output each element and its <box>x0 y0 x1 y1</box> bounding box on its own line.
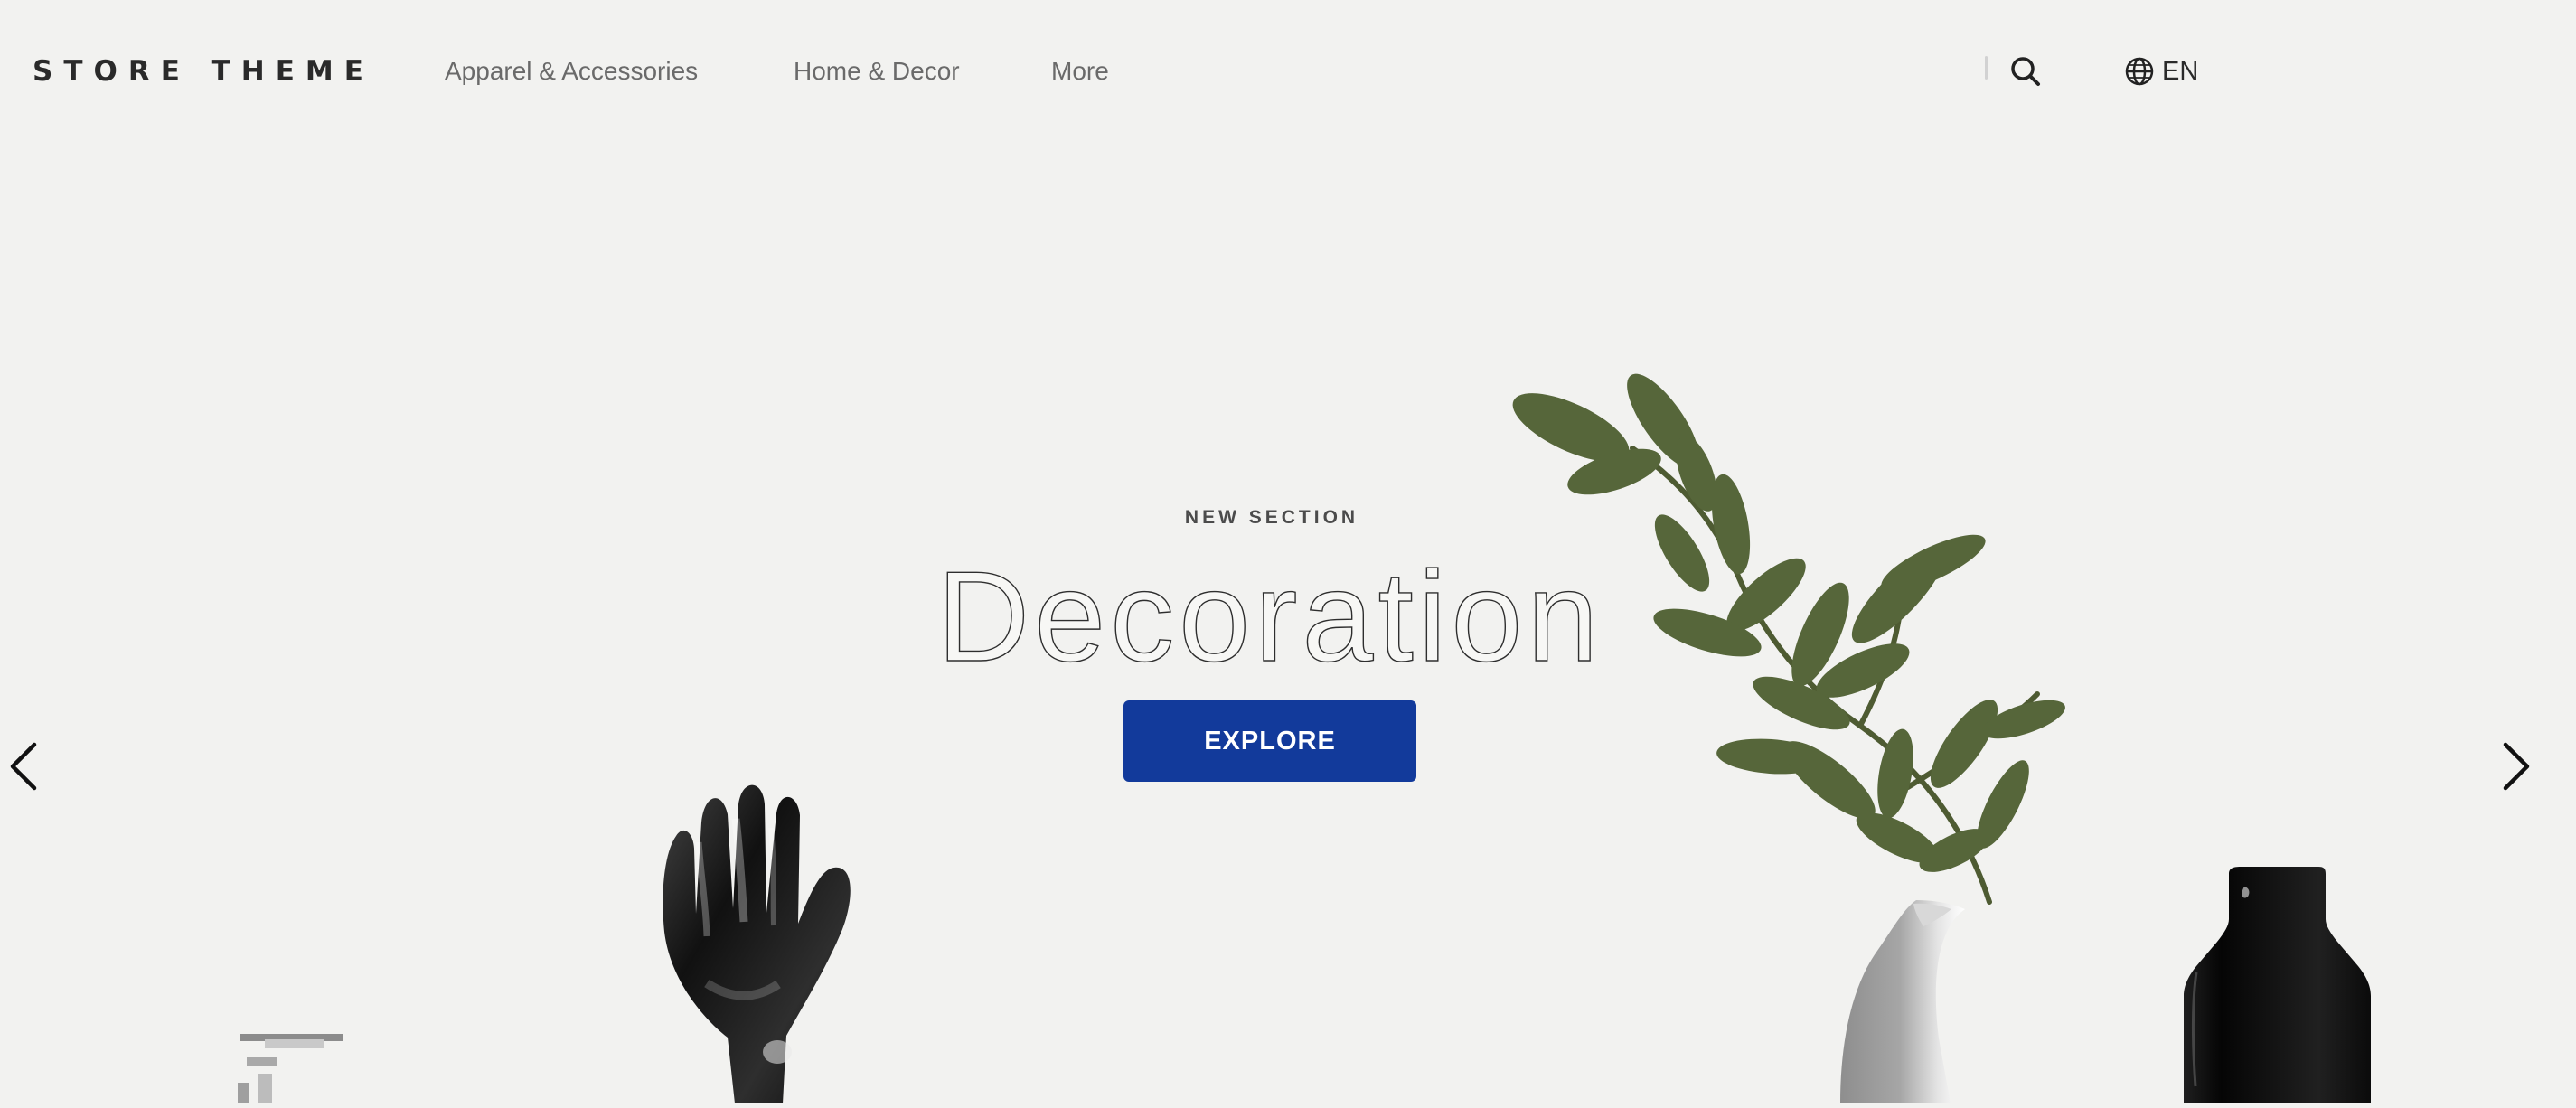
black-vase <box>2180 866 2379 1103</box>
search-icon[interactable] <box>2005 51 2048 94</box>
nav-link-more[interactable]: More <box>1051 56 1109 87</box>
language-code: EN <box>2162 57 2199 86</box>
search-toggle-handle <box>1981 54 1992 81</box>
hand-sculpture <box>646 777 881 1103</box>
nav-link-apparel-accessories[interactable]: Apparel & Accessories <box>445 56 698 87</box>
chevron-left-icon <box>4 737 43 795</box>
grey-vase <box>1837 900 1999 1103</box>
globe-icon <box>2124 56 2155 87</box>
nav-link-home-decor[interactable]: Home & Decor <box>794 56 960 87</box>
explore-button[interactable]: EXPLORE <box>1123 700 1416 782</box>
carousel-prev-button[interactable] <box>4 737 43 795</box>
carousel-next-button[interactable] <box>2496 737 2536 795</box>
brand-logo[interactable]: STORE THEME <box>33 54 374 89</box>
plant-sprig <box>1512 373 2079 908</box>
chevron-right-icon <box>2496 737 2536 795</box>
left-decor-fragment <box>221 1027 384 1108</box>
language-selector[interactable]: EN <box>2124 52 2198 90</box>
site-header: STORE THEME Apparel & Accessories Home &… <box>0 0 2576 145</box>
